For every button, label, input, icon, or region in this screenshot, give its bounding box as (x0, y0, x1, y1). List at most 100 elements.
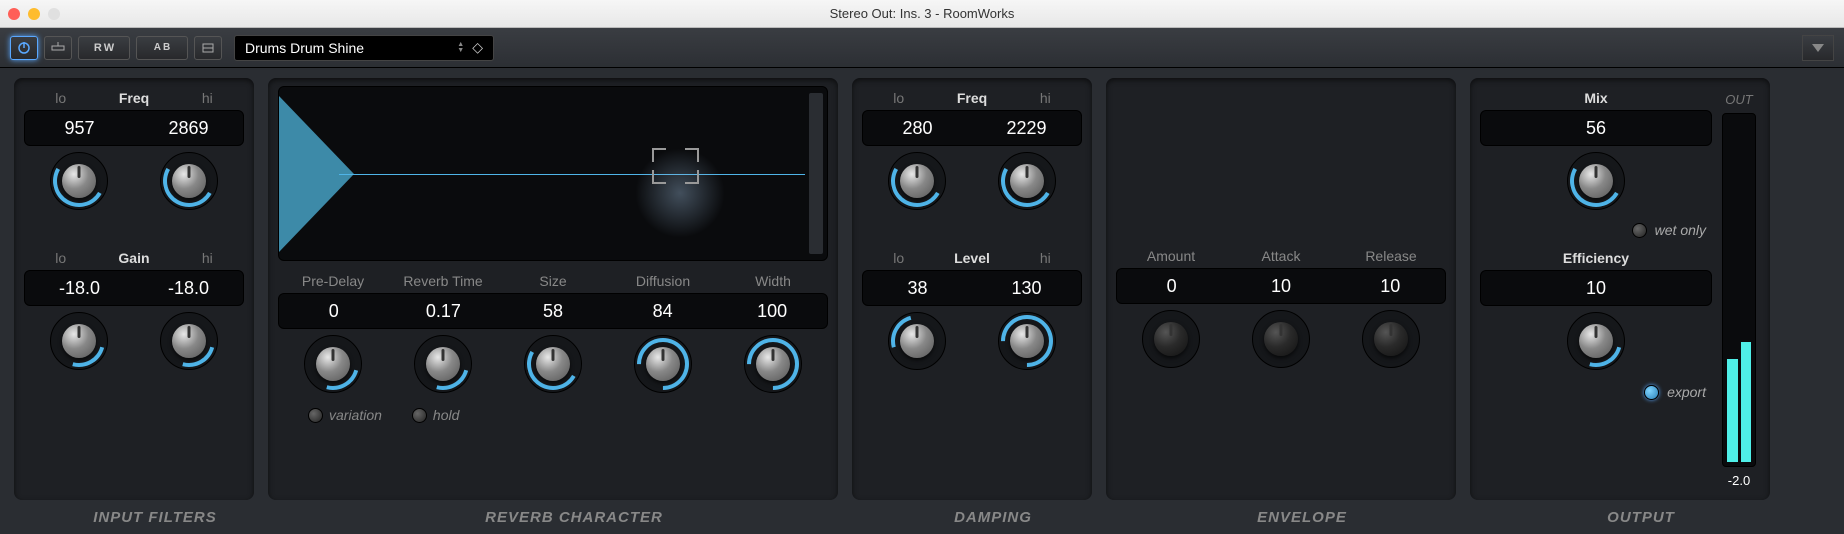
input-freq-labels: lo Freq hi (24, 86, 244, 108)
reverb-bracket-icon (652, 170, 666, 184)
plugin-toolbar: RW AB Drums Drum Shine ▲▼ ◇ (0, 28, 1844, 68)
efficiency-display[interactable]: 10 (1480, 270, 1712, 306)
damping-freq-lo-knob[interactable] (888, 152, 946, 210)
width-knob[interactable] (744, 335, 802, 393)
reverb-visualization[interactable] (278, 86, 828, 261)
variation-toggle[interactable]: variation (308, 407, 382, 423)
damping-level-hi-value[interactable]: 130 (972, 278, 1081, 299)
envelope-labels: Amount Attack Release (1116, 248, 1446, 264)
maximize-icon[interactable] (48, 8, 60, 20)
size-knob[interactable] (524, 335, 582, 393)
led-icon (308, 408, 323, 423)
input-freq-lo-value[interactable]: 957 (25, 118, 134, 139)
preset-selector[interactable]: Drums Drum Shine ▲▼ ◇ (234, 35, 494, 61)
footer-label-output: OUTPUT (1484, 509, 1798, 526)
section-output: Mix 56 wet only Efficiency 10 (1470, 78, 1770, 500)
led-icon (412, 408, 427, 423)
size-value[interactable]: 58 (498, 301, 608, 322)
reverb-time-value[interactable]: 0.17 (389, 301, 499, 322)
damping-freq-labels: lo Freq hi (862, 86, 1082, 108)
section-input-filters: lo Freq hi 957 2869 lo Gain hi (14, 78, 254, 500)
plugin-menu-button[interactable] (1802, 35, 1834, 61)
input-freq-hi-knob[interactable] (160, 152, 218, 210)
wet-only-toggle[interactable]: wet only (1480, 218, 1712, 246)
read-write-buttons[interactable]: RW (78, 36, 130, 60)
meter-bar-right (1741, 342, 1752, 462)
width-value[interactable]: 100 (717, 301, 827, 322)
meter-bar-left (1727, 359, 1738, 462)
bypass-button[interactable] (44, 36, 72, 60)
hold-toggle[interactable]: hold (412, 407, 459, 423)
predelay-value[interactable]: 0 (279, 301, 389, 322)
input-gain-lo-value[interactable]: -18.0 (25, 278, 134, 299)
output-meter (1722, 113, 1756, 467)
reverb-bracket-icon (652, 148, 666, 162)
diffusion-value[interactable]: 84 (608, 301, 718, 322)
efficiency-label-row: Efficiency (1480, 246, 1712, 268)
damping-level-lo-value[interactable]: 38 (863, 278, 972, 299)
env-amount-value[interactable]: 0 (1117, 276, 1226, 297)
footer-label-reverb: REVERB CHARACTER (282, 509, 866, 526)
minimize-icon[interactable] (28, 8, 40, 20)
input-gain-labels: lo Gain hi (24, 246, 244, 268)
window-controls (8, 8, 60, 20)
meter-db-value: -2.0 (1728, 467, 1750, 488)
footer-label-input: INPUT FILTERS (28, 509, 282, 526)
env-attack-value[interactable]: 10 (1226, 276, 1335, 297)
section-damping: lo Freq hi 280 2229 lo Level hi (852, 78, 1092, 500)
input-freq-display[interactable]: 957 2869 (24, 110, 244, 146)
window-title: Stereo Out: Ins. 3 - RoomWorks (830, 6, 1015, 21)
input-freq-hi-value[interactable]: 2869 (134, 118, 243, 139)
input-gain-lo-knob[interactable] (50, 312, 108, 370)
damping-level-lo-knob[interactable] (888, 312, 946, 370)
damping-level-display[interactable]: 38 130 (862, 270, 1082, 306)
reverb-viz-sidebar[interactable] (809, 93, 823, 254)
mix-display[interactable]: 56 (1480, 110, 1712, 146)
env-amount-knob[interactable] (1142, 310, 1200, 368)
efficiency-knob[interactable] (1567, 312, 1625, 370)
mix-value[interactable]: 56 (1481, 118, 1711, 139)
input-gain-hi-knob[interactable] (160, 312, 218, 370)
section-envelope: Amount Attack Release 0 10 10 (1106, 78, 1456, 500)
window-titlebar: Stereo Out: Ins. 3 - RoomWorks (0, 0, 1844, 28)
side-chain-button[interactable] (194, 36, 222, 60)
led-icon (1632, 223, 1647, 238)
export-toggle[interactable]: export (1480, 378, 1712, 400)
damping-level-labels: lo Level hi (862, 246, 1082, 268)
input-gain-display[interactable]: -18.0 -18.0 (24, 270, 244, 306)
led-icon (1644, 385, 1659, 400)
section-footer-labels: INPUT FILTERS REVERB CHARACTER DAMPING E… (14, 500, 1830, 534)
damping-freq-hi-value[interactable]: 2229 (972, 118, 1081, 139)
input-freq-lo-knob[interactable] (50, 152, 108, 210)
damping-freq-display[interactable]: 280 2229 (862, 110, 1082, 146)
damping-level-hi-knob[interactable] (998, 312, 1056, 370)
damping-freq-hi-knob[interactable] (998, 152, 1056, 210)
plugin-body: lo Freq hi 957 2869 lo Gain hi (0, 68, 1844, 534)
ab-compare-button[interactable]: AB (136, 36, 188, 60)
preset-diamond-icon[interactable]: ◇ (472, 39, 483, 56)
reverb-tail-line-icon (339, 174, 805, 175)
envelope-values-display[interactable]: 0 10 10 (1116, 268, 1446, 304)
mix-label-row: Mix (1480, 86, 1712, 108)
reverb-time-knob[interactable] (414, 335, 472, 393)
mix-knob[interactable] (1567, 152, 1625, 210)
input-gain-hi-value[interactable]: -18.0 (134, 278, 243, 299)
env-attack-knob[interactable] (1252, 310, 1310, 368)
reverb-bracket-icon (685, 170, 699, 184)
close-icon[interactable] (8, 8, 20, 20)
reverb-bracket-icon (685, 148, 699, 162)
env-release-value[interactable]: 10 (1336, 276, 1445, 297)
reverb-values-display[interactable]: 0 0.17 58 84 100 (278, 293, 828, 329)
env-release-knob[interactable] (1362, 310, 1420, 368)
damping-freq-lo-value[interactable]: 280 (863, 118, 972, 139)
diffusion-knob[interactable] (634, 335, 692, 393)
preset-stepper-icon[interactable]: ▲▼ (457, 42, 464, 54)
reverb-param-labels: Pre-Delay Reverb Time Size Diffusion Wid… (278, 271, 828, 291)
preset-name: Drums Drum Shine (245, 40, 364, 56)
power-button[interactable] (10, 36, 38, 60)
footer-label-envelope: ENVELOPE (1120, 509, 1484, 526)
footer-label-damping: DAMPING (866, 509, 1120, 526)
reverb-glow-icon (635, 148, 725, 238)
efficiency-value[interactable]: 10 (1481, 278, 1711, 299)
predelay-knob[interactable] (304, 335, 362, 393)
